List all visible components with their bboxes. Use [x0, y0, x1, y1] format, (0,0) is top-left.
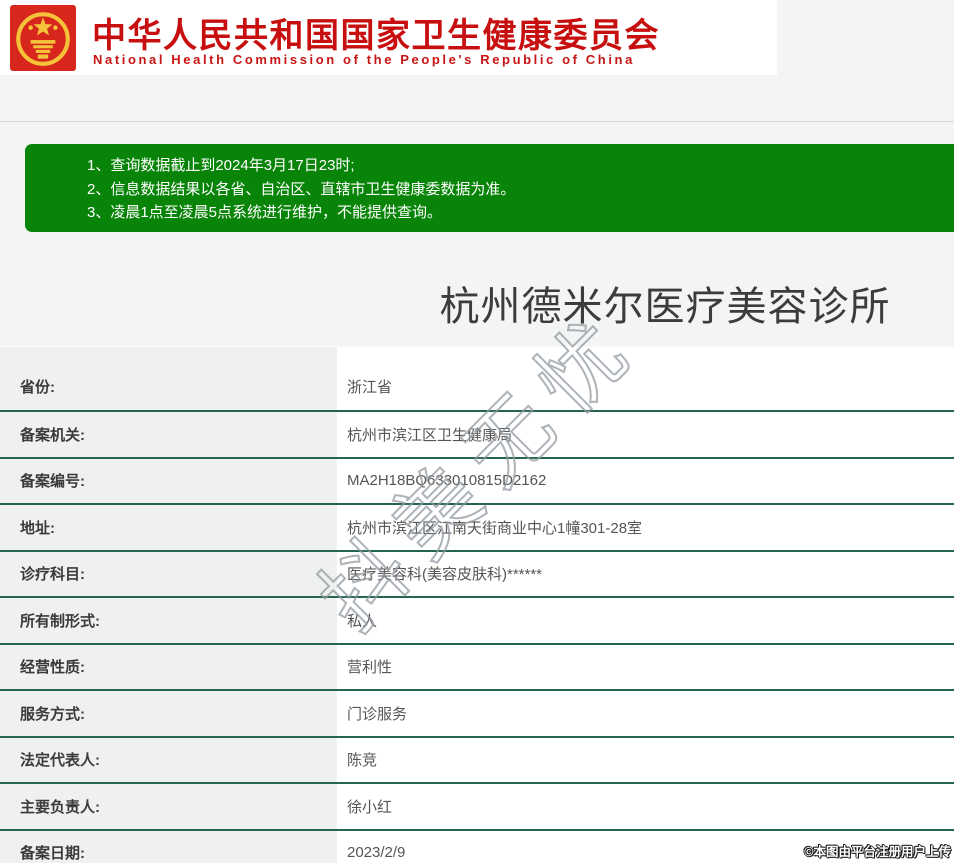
field-value: 门诊服务	[337, 691, 954, 736]
field-value: 陈竞	[337, 737, 954, 782]
clinic-name-title: 杭州德米尔医疗美容诊所	[439, 285, 891, 329]
field-value: 浙江省	[337, 347, 954, 410]
page: 中华人民共和国国家卫生健康委员会 National Health Commiss…	[0, 0, 954, 863]
field-label: 备案日期:	[0, 830, 337, 863]
field-value: 杭州市滨江区卫生健康局	[337, 412, 954, 457]
table-row: 省份: 浙江省	[0, 347, 954, 412]
field-value: 私人	[337, 598, 954, 643]
field-label: 备案编号:	[0, 458, 337, 503]
record-table: 省份: 浙江省 备案机关: 杭州市滨江区卫生健康局 备案编号: MA2H18BQ63301…	[0, 346, 954, 863]
table-row: 所有制形式: 私人	[0, 598, 954, 645]
table-row: 备案机关: 杭州市滨江区卫生健康局	[0, 412, 954, 459]
header-divider	[0, 121, 954, 122]
field-label: 备案机关:	[0, 412, 337, 457]
field-value: MA2H18BQ633010815D2162	[337, 458, 954, 503]
notice-line-3: 3、凌晨1点至凌晨5点系统进行维护，不能提供查询。	[87, 204, 443, 221]
table-row: 主要负责人: 徐小红	[0, 784, 954, 831]
site-title-english: National Health Commission of the People…	[93, 52, 635, 67]
table-row: 经营性质: 营利性	[0, 644, 954, 691]
field-label: 所有制形式:	[0, 598, 337, 643]
field-value: 医疗美容科(美容皮肤科)******	[337, 551, 954, 596]
site-header: 中华人民共和国国家卫生健康委员会 National Health Commiss…	[0, 0, 777, 75]
field-label: 主要负责人:	[0, 784, 337, 829]
field-label: 法定代表人:	[0, 737, 337, 782]
field-value: 营利性	[337, 644, 954, 689]
site-title-chinese: 中华人民共和国国家卫生健康委员会	[92, 17, 660, 55]
national-emblem-icon	[10, 5, 76, 71]
field-label: 地址:	[0, 505, 337, 550]
field-label: 服务方式:	[0, 691, 337, 736]
query-notice-box: 1、查询数据截止到2024年3月17日23时; 2、信息数据结果以各省、自治区、…	[25, 144, 954, 232]
field-label: 经营性质:	[0, 644, 337, 689]
field-value: 徐小红	[337, 784, 954, 829]
notice-line-1: 1、查询数据截止到2024年3月17日23时;	[87, 157, 355, 174]
table-row: 备案编号: MA2H18BQ633010815D2162	[0, 458, 954, 505]
field-label: 省份:	[0, 347, 337, 410]
table-row: 诊疗科目: 医疗美容科(美容皮肤科)******	[0, 551, 954, 598]
field-value: 杭州市滨江区江南天街商业中心1幢301-28室	[337, 505, 954, 550]
table-row: 地址: 杭州市滨江区江南天街商业中心1幢301-28室	[0, 505, 954, 552]
notice-line-2: 2、信息数据结果以各省、自治区、直辖市卫生健康委数据为准。	[87, 180, 516, 198]
table-row: 法定代表人: 陈竞	[0, 737, 954, 784]
field-label: 诊疗科目:	[0, 551, 337, 596]
photo-credit: ©本图由平台注册用户上传	[804, 845, 951, 859]
table-row: 服务方式: 门诊服务	[0, 691, 954, 738]
